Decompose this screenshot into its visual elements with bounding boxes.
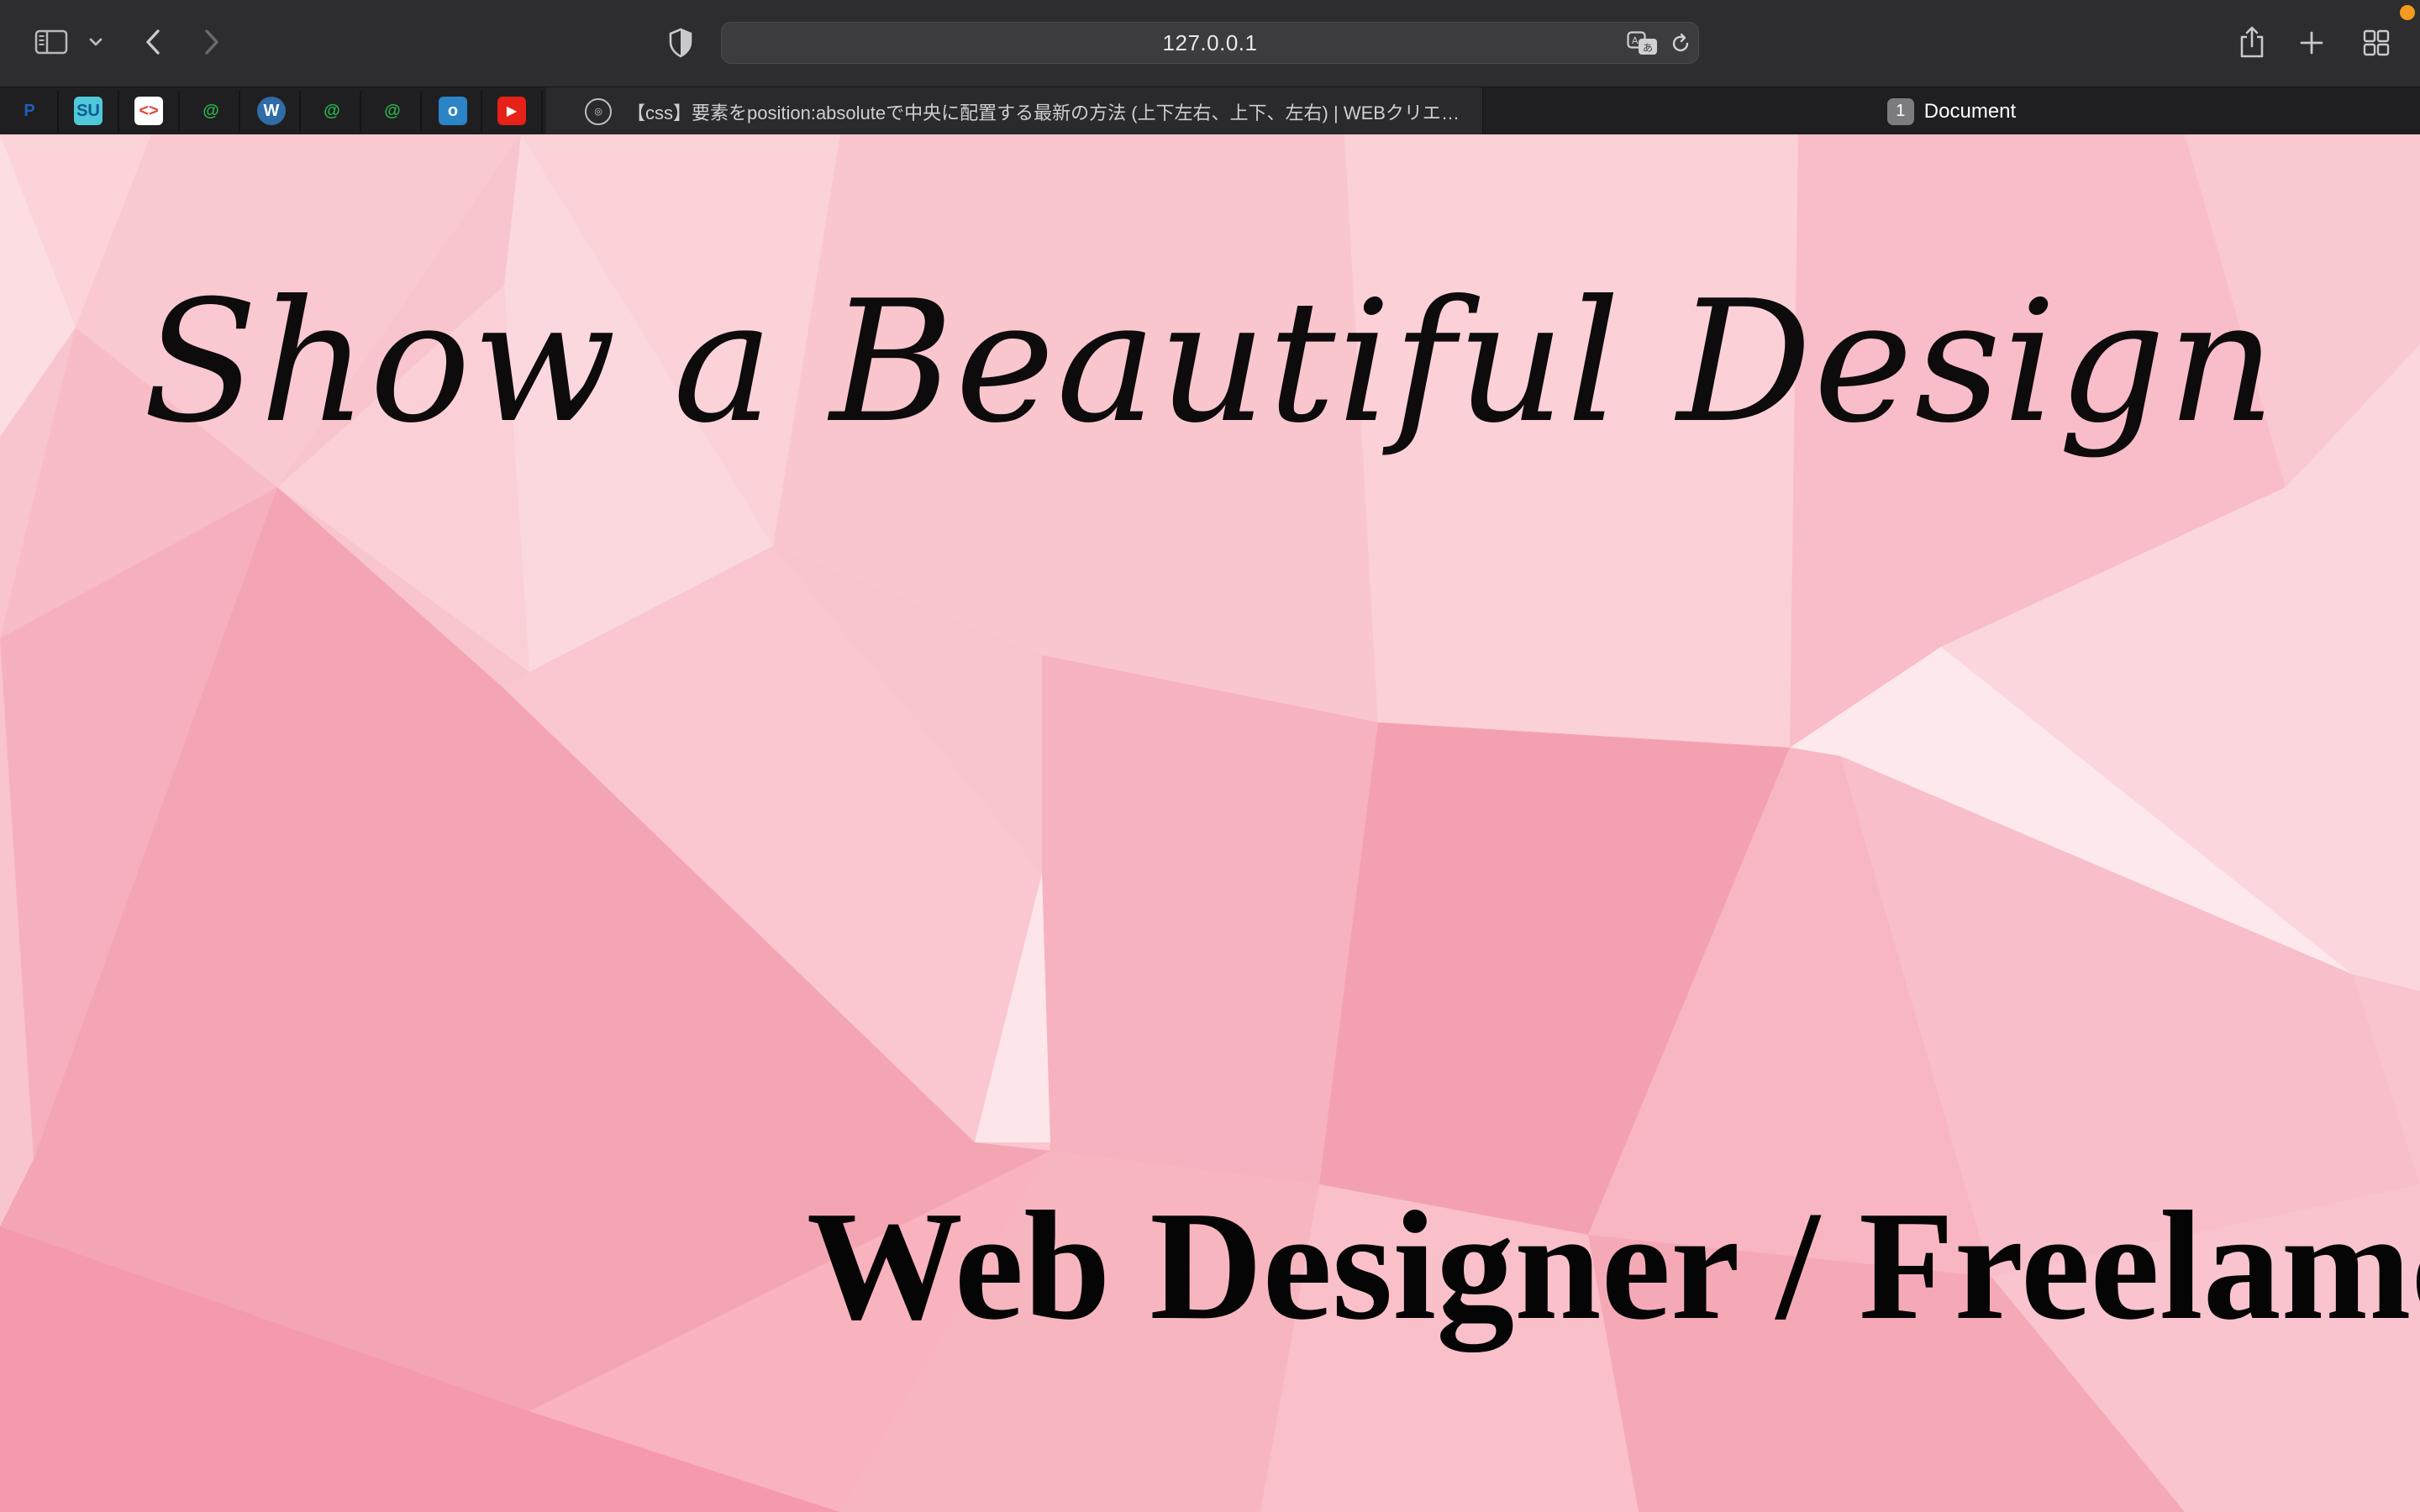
svg-text:A: A xyxy=(1632,35,1639,46)
forward-button[interactable] xyxy=(193,24,230,60)
reload-button[interactable] xyxy=(1666,29,1695,58)
favorite-divider xyxy=(481,91,482,133)
new-tab-button[interactable] xyxy=(2294,25,2329,60)
share-button[interactable] xyxy=(2233,22,2270,62)
web-favicon-icon: ◎ xyxy=(585,97,612,125)
sidebar-toggle-button[interactable] xyxy=(30,25,72,59)
back-button[interactable] xyxy=(134,24,171,60)
favorite-divider xyxy=(360,91,361,133)
privacy-report-button[interactable] xyxy=(662,25,699,60)
page-content: Show a Beautiful Design Web Designer / F… xyxy=(0,134,2420,1512)
favorite-divider xyxy=(178,91,180,133)
favorite-code-icon[interactable]: <> xyxy=(134,97,163,125)
tab-title: 【css】要素をposition:absoluteで中央に配置する最新の方法 (… xyxy=(627,102,1467,123)
favorite-cloud-icon[interactable]: @ xyxy=(318,97,346,125)
plus-icon xyxy=(2300,31,2323,55)
chevron-down-icon xyxy=(89,38,103,46)
share-icon xyxy=(2240,26,2264,58)
favorite-youtube-icon[interactable]: ▶ xyxy=(497,97,526,125)
reload-icon xyxy=(1672,33,1689,52)
sidebar-menu-chevron[interactable] xyxy=(82,29,109,55)
shield-icon xyxy=(669,28,692,58)
translate-button[interactable]: A あ xyxy=(1626,28,1660,60)
subtitle: Web Designer / Freelamce xyxy=(807,1179,2420,1352)
favorite-divider xyxy=(239,91,240,133)
tab-bar: P SU <> @ W @ @ o ▶ ◎ 【css】要素をposition:a… xyxy=(0,87,2420,135)
sidebar-icon xyxy=(34,29,68,55)
favorite-divider xyxy=(541,91,543,133)
svg-text:あ: あ xyxy=(1643,42,1653,54)
chevron-right-icon xyxy=(205,29,218,55)
tab-document[interactable]: 1 Document xyxy=(1483,87,2420,135)
tab-overview-button[interactable] xyxy=(2358,25,2395,60)
tab-title: Document xyxy=(1923,99,2017,123)
favorite-su-icon[interactable]: SU xyxy=(74,97,103,125)
favorite-cloud-icon[interactable]: @ xyxy=(197,97,225,125)
favorite-divider xyxy=(118,91,119,133)
favorite-divider xyxy=(420,91,422,133)
favorite-wordpress-icon[interactable]: W xyxy=(257,97,286,125)
favorite-divider xyxy=(57,91,59,133)
address-text[interactable]: 127.0.0.1 xyxy=(722,23,1698,63)
favorite-divider xyxy=(299,91,301,133)
notification-dot xyxy=(2400,5,2415,20)
tab-count-badge: 1 xyxy=(1886,97,1914,125)
browser-toolbar: 127.0.0.1 A あ xyxy=(0,0,2420,87)
hero-title: Show a Beautiful Design xyxy=(142,265,2278,460)
favorite-app-icon[interactable]: o xyxy=(439,97,467,125)
favorite-paypal-icon[interactable]: P xyxy=(15,97,44,125)
tab-css-article[interactable]: ◎ 【css】要素をposition:absoluteで中央に配置する最新の方法… xyxy=(546,87,1483,135)
favorite-cloud-icon[interactable]: @ xyxy=(378,97,407,125)
address-bar[interactable]: 127.0.0.1 A あ xyxy=(721,22,1699,64)
chevron-left-icon xyxy=(146,29,160,55)
grid-icon xyxy=(2363,29,2390,56)
translate-icon: A あ xyxy=(1627,31,1657,55)
